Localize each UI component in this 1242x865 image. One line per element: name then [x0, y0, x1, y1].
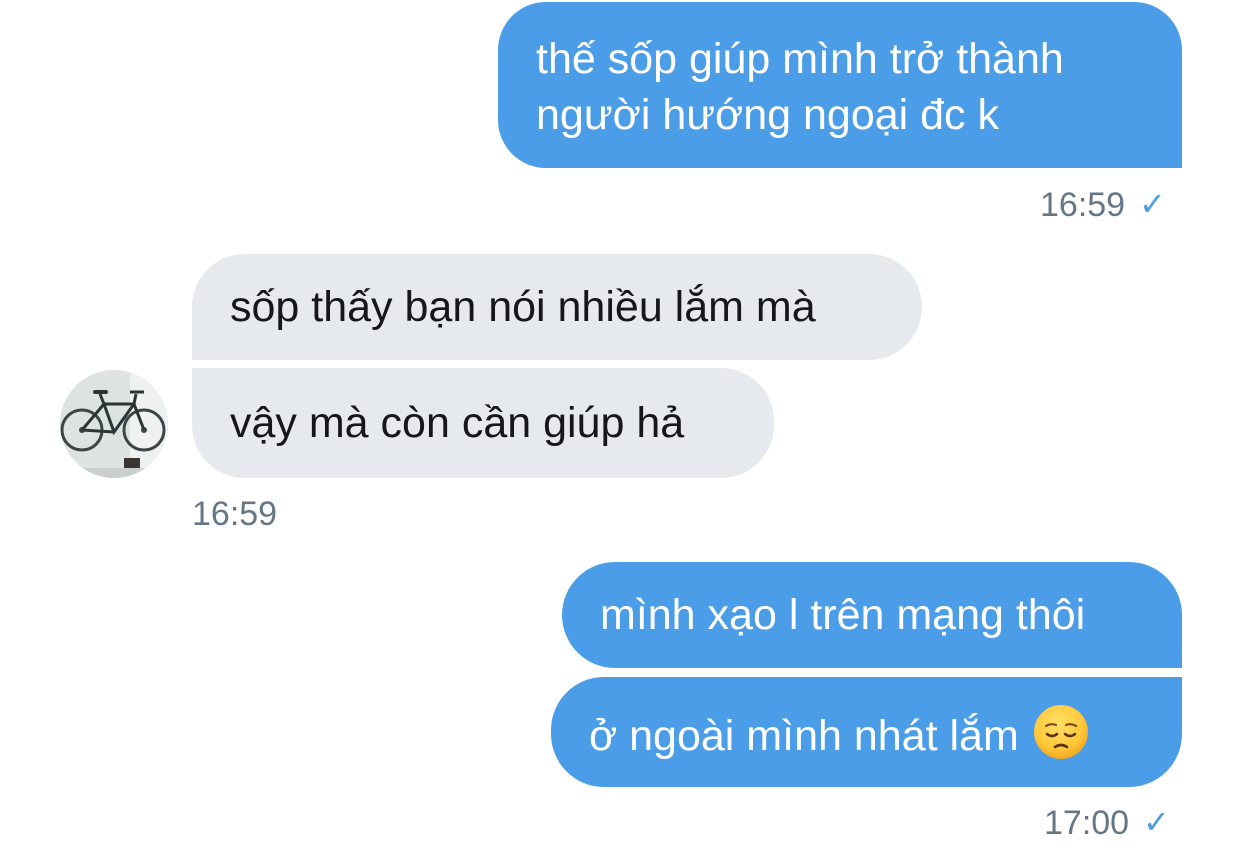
- read-check-icon: ✓: [1143, 804, 1170, 840]
- message-line: thế sốp giúp mình trở thành: [536, 35, 1064, 83]
- incoming-message-bubble[interactable]: sốp thấy bạn nói nhiều lắm mà: [192, 254, 922, 360]
- message-text: mình xạo l trên mạng thôi: [600, 591, 1086, 639]
- bicycle-avatar-icon: [60, 370, 168, 478]
- avatar[interactable]: [60, 370, 168, 478]
- outgoing-message-bubble[interactable]: thế sốp giúp mình trở thành người hướng …: [498, 2, 1182, 168]
- outgoing-message-bubble[interactable]: ở ngoài mình nhát lắm: [551, 677, 1182, 787]
- message-text: vậy mà còn cần giúp hả: [230, 399, 685, 447]
- timestamp-text: 16:59: [1040, 186, 1126, 224]
- message-timestamp: 16:59: [192, 494, 277, 534]
- incoming-message-bubble[interactable]: vậy mà còn cần giúp hả: [192, 368, 774, 478]
- outgoing-message-bubble[interactable]: mình xạo l trên mạng thôi: [562, 562, 1182, 668]
- pensive-face-emoji: [1033, 705, 1088, 759]
- timestamp-text: 17:00: [1044, 804, 1130, 842]
- message-text: sốp thấy bạn nói nhiều lắm mà: [230, 283, 816, 331]
- timestamp-text: 16:59: [192, 495, 278, 533]
- message-text: ở ngoài mình nhát lắm: [589, 712, 1019, 760]
- read-check-icon: ✓: [1139, 186, 1166, 222]
- message-line: người hướng ngoại đc k: [536, 91, 1000, 139]
- chat-thread: thế sốp giúp mình trở thành người hướng …: [0, 0, 1242, 865]
- message-timestamp: 17:00 ✓: [1044, 802, 1170, 843]
- message-timestamp: 16:59 ✓: [1040, 184, 1166, 225]
